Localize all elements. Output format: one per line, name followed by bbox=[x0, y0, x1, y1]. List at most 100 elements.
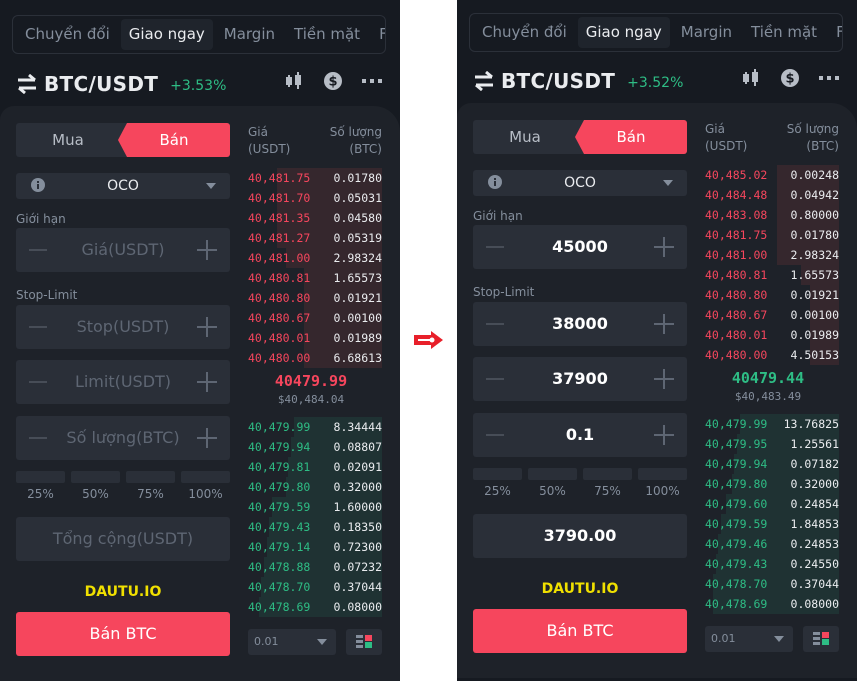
minus-icon[interactable] bbox=[486, 323, 504, 325]
percent-label[interactable]: 25% bbox=[16, 487, 65, 501]
bid-row[interactable]: 40,479.43 0.24550 bbox=[705, 554, 839, 574]
ask-row[interactable]: 40,480.80 0.01921 bbox=[705, 285, 839, 305]
percent-label[interactable]: 25% bbox=[473, 484, 522, 498]
ask-row[interactable]: 40,480.00 6.68613 bbox=[248, 348, 382, 368]
ask-row[interactable]: 40,480.81 1.65573 bbox=[705, 265, 839, 285]
minus-icon[interactable] bbox=[29, 249, 47, 251]
stop-input[interactable]: Stop(USDT) bbox=[56, 305, 190, 349]
minus-icon[interactable] bbox=[29, 437, 47, 439]
bid-row[interactable]: 40,479.95 1.25561 bbox=[705, 434, 839, 454]
bid-row[interactable]: 40,479.94 0.08807 bbox=[248, 437, 382, 457]
ask-row[interactable]: 40,485.02 0.00248 bbox=[705, 165, 839, 185]
amount-input[interactable]: 0.1 bbox=[513, 413, 647, 457]
ask-row[interactable]: 40,481.27 0.05319 bbox=[248, 228, 382, 248]
total-input[interactable]: 3790.00 bbox=[473, 514, 687, 558]
plus-icon[interactable] bbox=[197, 240, 217, 260]
bid-row[interactable]: 40,479.60 0.24854 bbox=[705, 494, 839, 514]
total-input[interactable]: Tổng cộng(USDT) bbox=[16, 517, 230, 561]
ask-row[interactable]: 40,481.00 2.98324 bbox=[705, 245, 839, 265]
bid-row[interactable]: 40,478.70 0.37044 bbox=[248, 577, 382, 597]
limit-input[interactable]: Limit(USDT) bbox=[56, 360, 190, 404]
tab-margin[interactable]: Margin bbox=[216, 19, 283, 50]
ask-row[interactable]: 40,480.01 0.01989 bbox=[248, 328, 382, 348]
more-icon[interactable] bbox=[819, 75, 839, 81]
percent-100-button[interactable] bbox=[181, 471, 230, 483]
precision-select[interactable]: 0.01 bbox=[248, 629, 336, 655]
orderbook-layout-button[interactable] bbox=[803, 626, 839, 652]
order-type-select[interactable]: OCO bbox=[16, 173, 230, 199]
bid-row[interactable]: 40,479.80 0.32000 bbox=[705, 474, 839, 494]
price-input[interactable]: 45000 bbox=[513, 225, 647, 269]
ask-row[interactable]: 40,481.75 0.01780 bbox=[705, 225, 839, 245]
buy-tab[interactable]: Mua bbox=[16, 123, 120, 157]
ask-row[interactable]: 40,481.70 0.05031 bbox=[248, 188, 382, 208]
sell-btc-button[interactable]: Bán BTC bbox=[473, 609, 687, 653]
tab-futures[interactable]: F bbox=[371, 19, 385, 50]
minus-icon[interactable] bbox=[29, 381, 47, 383]
tab-cash[interactable]: Tiền mặt bbox=[286, 19, 368, 50]
orderbook-layout-button[interactable] bbox=[346, 629, 382, 655]
order-type-select[interactable]: OCO bbox=[473, 170, 687, 196]
minus-icon[interactable] bbox=[29, 326, 47, 328]
plus-icon[interactable] bbox=[654, 237, 674, 257]
ask-row[interactable]: 40,480.00 4.50153 bbox=[705, 345, 839, 365]
ask-row[interactable]: 40,483.08 0.80000 bbox=[705, 205, 839, 225]
bid-row[interactable]: 40,479.81 0.02091 bbox=[248, 457, 382, 477]
ask-row[interactable]: 40,481.35 0.04580 bbox=[248, 208, 382, 228]
bid-row[interactable]: 40,478.69 0.08000 bbox=[705, 594, 839, 614]
ask-row[interactable]: 40,481.75 0.01780 bbox=[248, 168, 382, 188]
bid-row[interactable]: 40,478.88 0.07232 bbox=[248, 557, 382, 577]
bid-row[interactable]: 40,479.43 0.18350 bbox=[248, 517, 382, 537]
swap-pair-icon[interactable] bbox=[473, 71, 495, 91]
tab-convert[interactable]: Chuyển đổi bbox=[474, 17, 575, 48]
swap-pair-icon[interactable] bbox=[16, 74, 38, 94]
candlestick-chart-icon[interactable] bbox=[284, 72, 304, 90]
plus-icon[interactable] bbox=[654, 369, 674, 389]
minus-icon[interactable] bbox=[486, 246, 504, 248]
last-price[interactable]: 40479.99 bbox=[248, 372, 374, 390]
sell-tab[interactable]: Bán bbox=[118, 123, 230, 157]
dollar-icon[interactable]: $ bbox=[324, 72, 342, 90]
tab-futures[interactable]: F bbox=[828, 17, 842, 48]
pair-name[interactable]: BTC/USDT bbox=[44, 72, 158, 96]
plus-icon[interactable] bbox=[654, 314, 674, 334]
dollar-icon[interactable]: $ bbox=[781, 69, 799, 87]
ask-row[interactable]: 40,480.01 0.01989 bbox=[705, 325, 839, 345]
percent-label[interactable]: 100% bbox=[181, 487, 230, 501]
bid-row[interactable]: 40,479.99 8.34444 bbox=[248, 417, 382, 437]
ask-row[interactable]: 40,480.81 1.65573 bbox=[248, 268, 382, 288]
sell-btc-button[interactable]: Bán BTC bbox=[16, 612, 230, 656]
buy-tab[interactable]: Mua bbox=[473, 120, 577, 154]
more-icon[interactable] bbox=[362, 78, 382, 84]
plus-icon[interactable] bbox=[197, 372, 217, 392]
minus-icon[interactable] bbox=[486, 434, 504, 436]
limit-input[interactable]: 37900 bbox=[513, 357, 647, 401]
pair-name[interactable]: BTC/USDT bbox=[501, 69, 615, 93]
ask-row[interactable]: 40,480.80 0.01921 bbox=[248, 288, 382, 308]
bid-row[interactable]: 40,478.70 0.37044 bbox=[705, 574, 839, 594]
percent-label[interactable]: 50% bbox=[71, 487, 120, 501]
percent-25-button[interactable] bbox=[16, 471, 65, 483]
last-price[interactable]: 40479.44 bbox=[705, 369, 831, 387]
percent-75-button[interactable] bbox=[583, 468, 632, 480]
price-input[interactable]: Giá(USDT) bbox=[56, 228, 190, 272]
percent-100-button[interactable] bbox=[638, 468, 687, 480]
percent-25-button[interactable] bbox=[473, 468, 522, 480]
percent-50-button[interactable] bbox=[528, 468, 577, 480]
bid-row[interactable]: 40,479.94 0.07182 bbox=[705, 454, 839, 474]
amount-input[interactable]: Số lượng(BTC) bbox=[56, 416, 190, 460]
ask-row[interactable]: 40,484.48 0.04942 bbox=[705, 185, 839, 205]
bid-row[interactable]: 40,479.59 1.60000 bbox=[248, 497, 382, 517]
bid-row[interactable]: 40,479.99 13.76825 bbox=[705, 414, 839, 434]
plus-icon[interactable] bbox=[197, 317, 217, 337]
tab-spot[interactable]: Giao ngay bbox=[120, 19, 213, 50]
percent-label[interactable]: 75% bbox=[583, 484, 632, 498]
tab-convert[interactable]: Chuyển đổi bbox=[17, 19, 118, 50]
bid-row[interactable]: 40,479.59 1.84853 bbox=[705, 514, 839, 534]
sell-tab[interactable]: Bán bbox=[575, 120, 687, 154]
stop-input[interactable]: 38000 bbox=[513, 302, 647, 346]
tab-cash[interactable]: Tiền mặt bbox=[743, 17, 825, 48]
tab-spot[interactable]: Giao ngay bbox=[577, 17, 670, 48]
ask-row[interactable]: 40,480.67 0.00100 bbox=[248, 308, 382, 328]
minus-icon[interactable] bbox=[486, 378, 504, 380]
